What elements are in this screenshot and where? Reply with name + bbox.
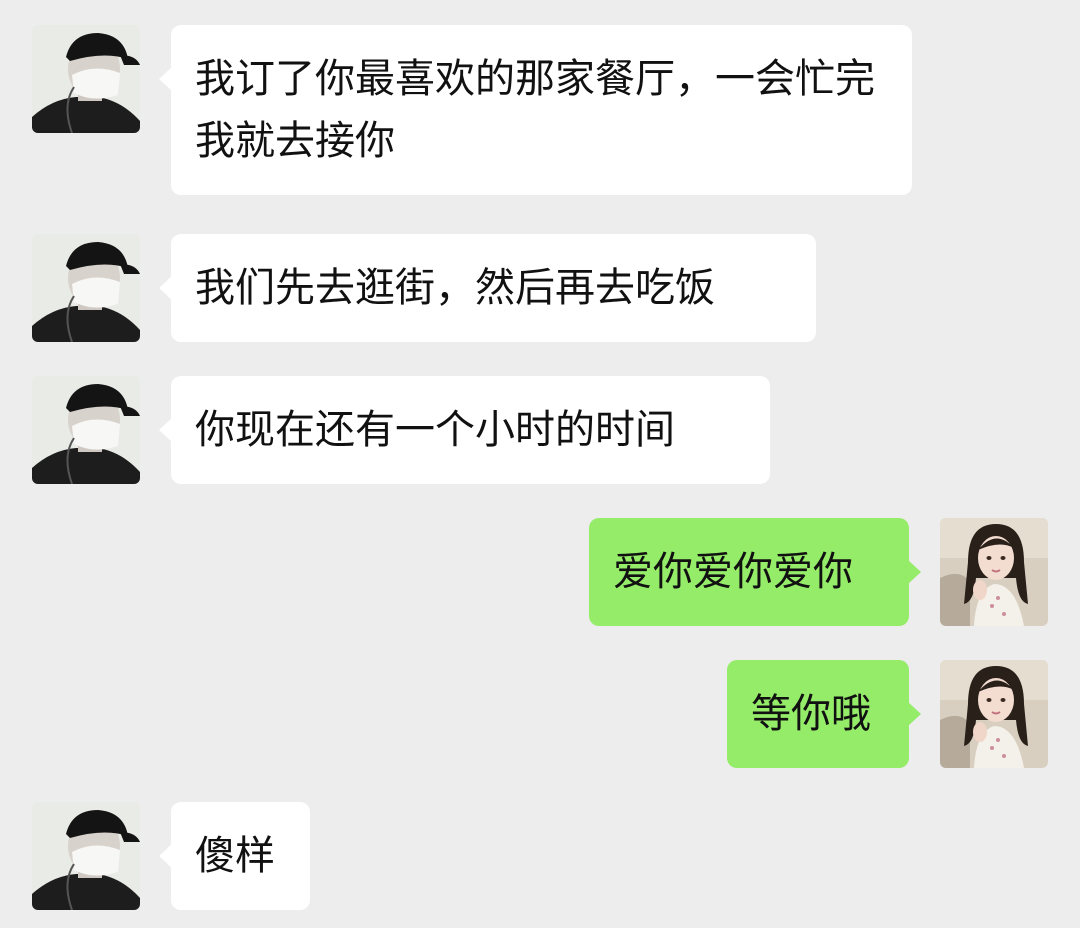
message-bubble[interactable]: 等你哦 [727, 660, 921, 768]
message-bubble[interactable]: 我们先去逛街，然后再去吃饭 [159, 234, 816, 342]
girl-photo-icon [940, 660, 1048, 768]
masked-man-icon [32, 25, 140, 133]
girl-photo-icon [940, 518, 1048, 626]
chat-message-list[interactable]: 我订了你最喜欢的那家餐厅，一会忙完我就去接你 我们先去逛街，然后再去吃饭 你现在… [0, 0, 1080, 928]
user-avatar[interactable] [940, 518, 1048, 626]
contact-avatar[interactable] [32, 802, 140, 910]
masked-man-icon [32, 802, 140, 910]
message-bubble[interactable]: 你现在还有一个小时的时间 [159, 376, 770, 484]
masked-man-icon [32, 376, 140, 484]
user-avatar[interactable] [940, 660, 1048, 768]
contact-avatar[interactable] [32, 25, 140, 133]
masked-man-icon [32, 234, 140, 342]
contact-avatar[interactable] [32, 234, 140, 342]
message-bubble[interactable]: 爱你爱你爱你 [589, 518, 921, 626]
message-bubble[interactable]: 傻样 [159, 802, 310, 910]
message-bubble[interactable]: 我订了你最喜欢的那家餐厅，一会忙完我就去接你 [159, 25, 912, 195]
contact-avatar[interactable] [32, 376, 140, 484]
